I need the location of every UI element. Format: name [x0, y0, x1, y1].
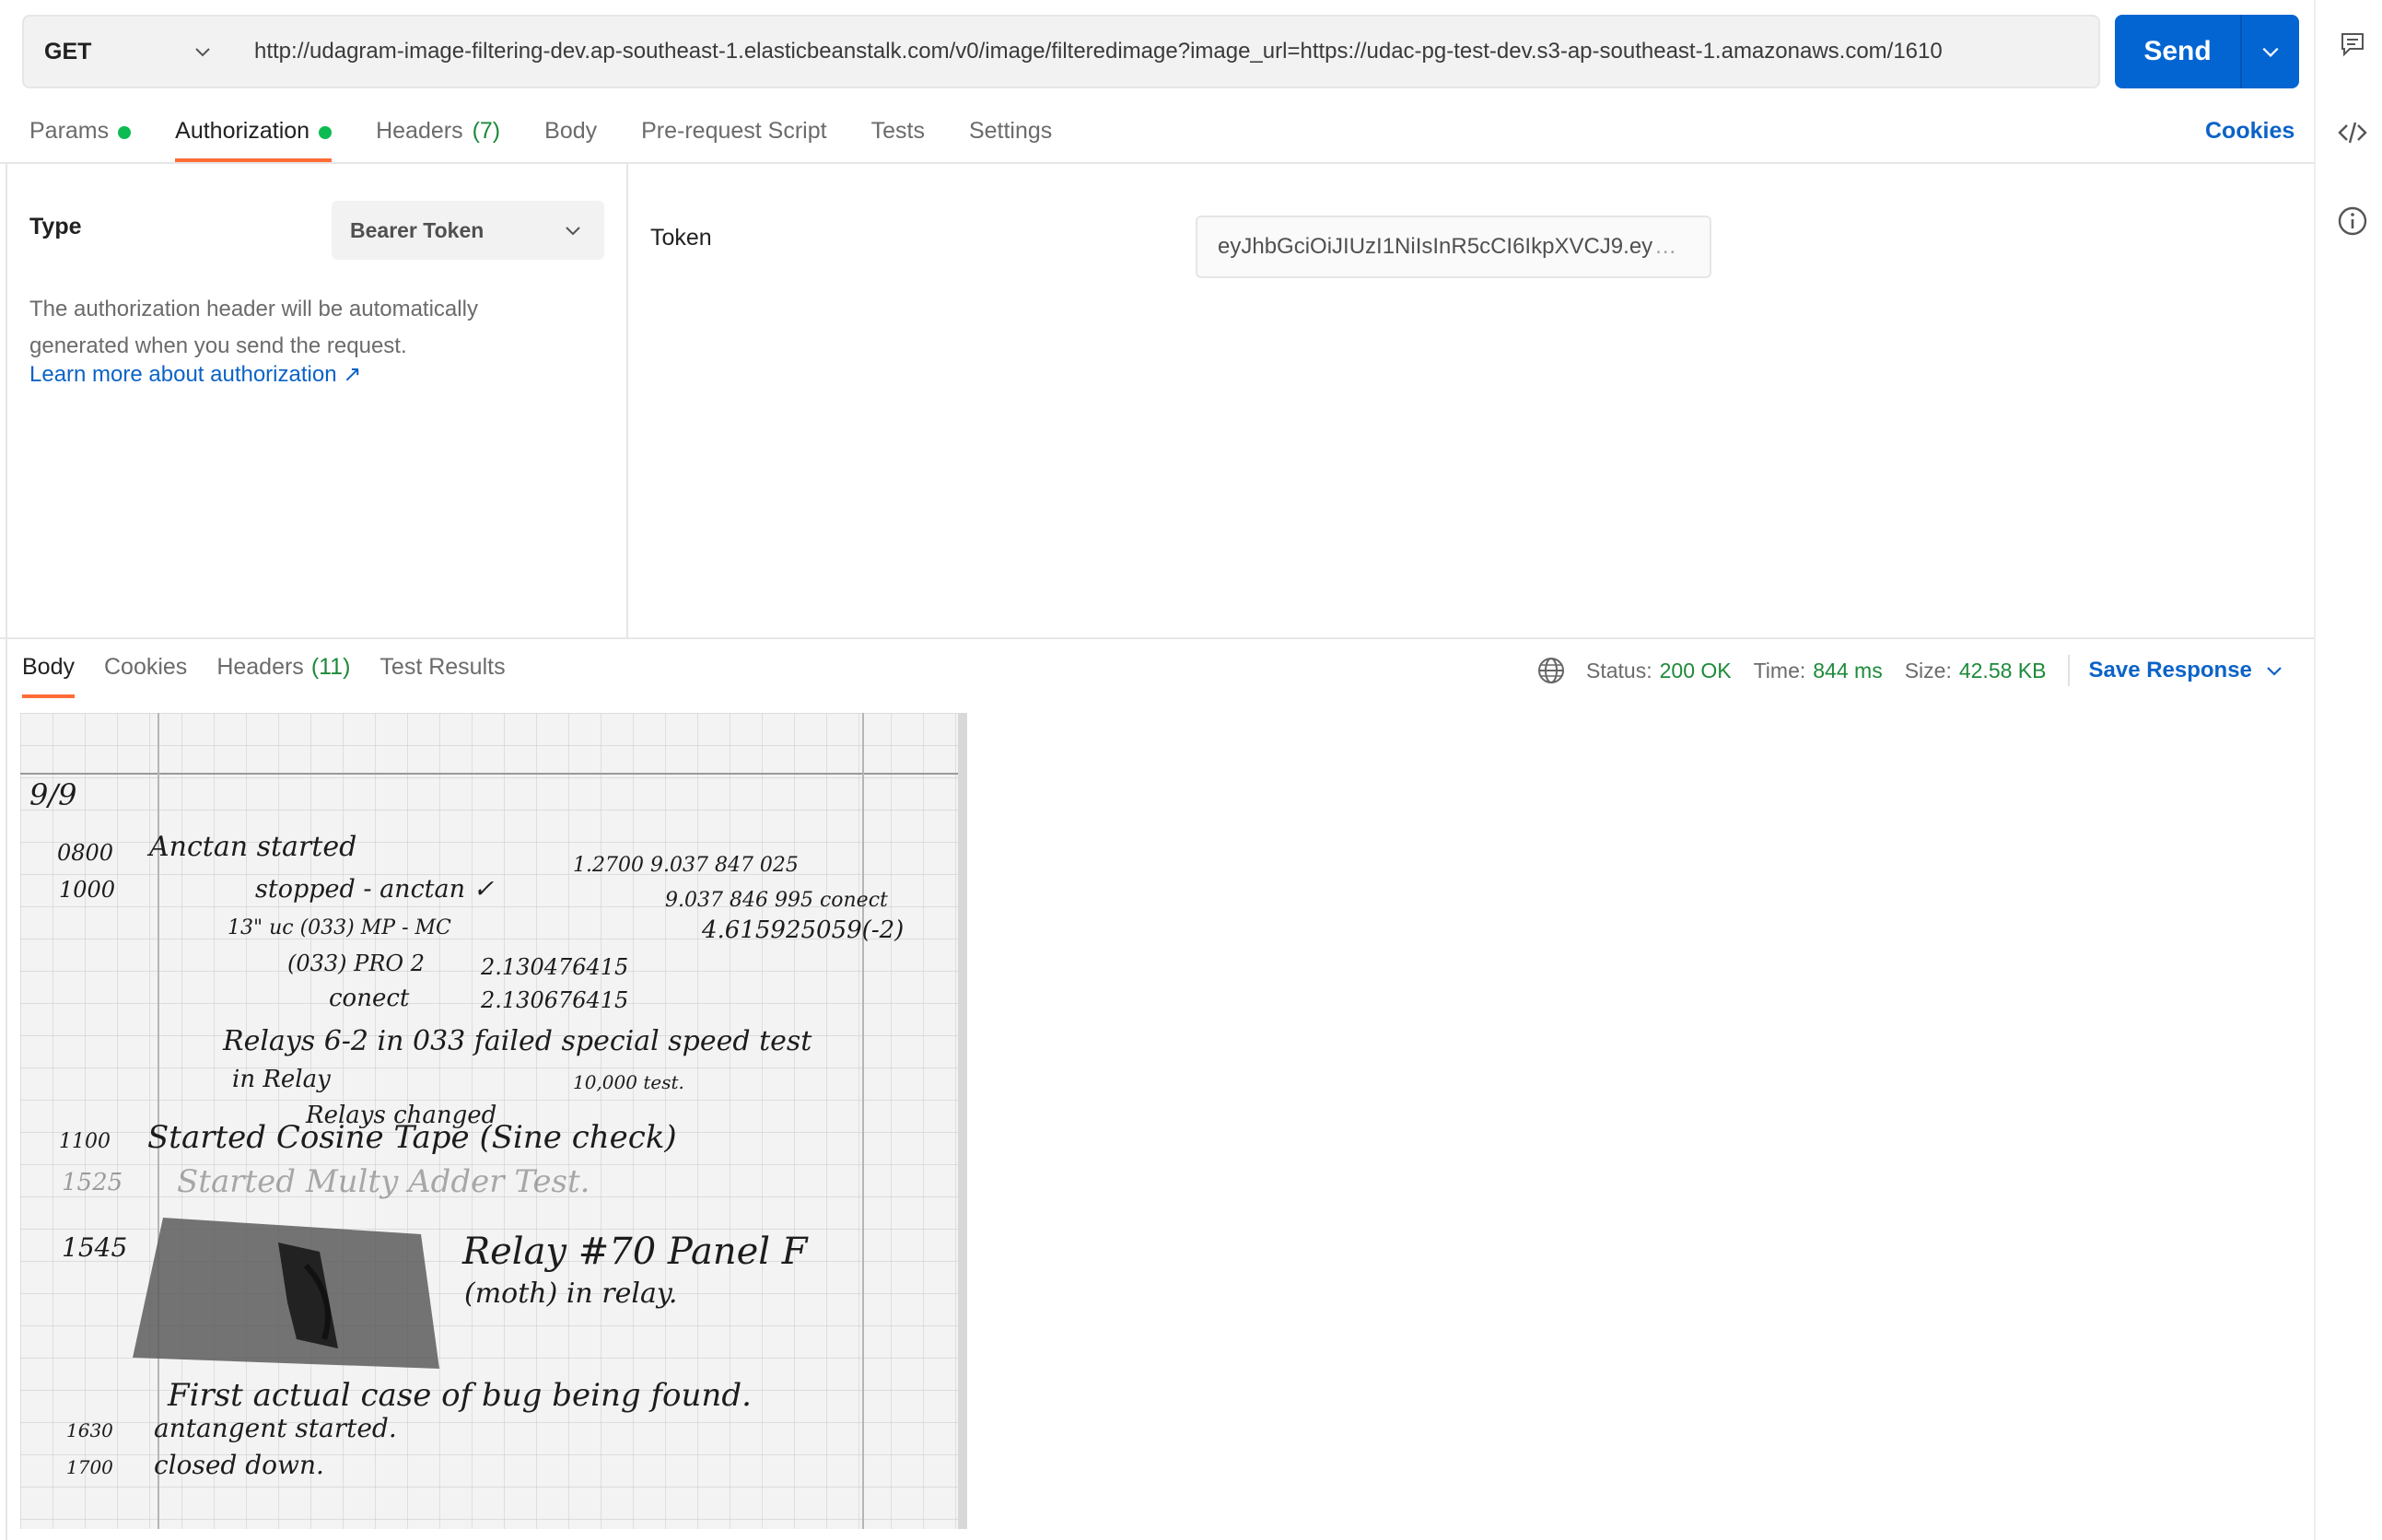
info-icon[interactable] — [2336, 204, 2369, 238]
note-line-9: 4.615925059(-2) — [701, 916, 904, 944]
time-label: Time: — [1753, 658, 1806, 682]
cookies-link[interactable]: Cookies — [2205, 118, 2294, 145]
note-line-1: 9/9 — [29, 777, 77, 812]
url-input[interactable]: http://udagram-image-filtering-dev.ap-so… — [234, 15, 2100, 88]
time-value[interactable]: 844 ms — [1813, 659, 1882, 683]
note-line-12: conect — [329, 985, 410, 1012]
token-value: eyJhbGciOiJIUzI1NiIsInR5cCI6IkpXVCJ9.ey — [1218, 234, 1653, 259]
status-value[interactable]: 200 OK — [1660, 659, 1732, 683]
code-icon[interactable] — [2336, 116, 2369, 149]
auth-type-select[interactable]: Bearer Token — [332, 201, 604, 260]
tab-headers-label: Headers — [376, 118, 463, 144]
response-headers-count: (11) — [310, 654, 351, 680]
response-tab-body-label: Body — [22, 654, 75, 680]
params-indicator-dot — [118, 126, 132, 139]
note-line-11: 2.130476415 — [480, 954, 628, 980]
note-line-14: Relays 6-2 in 033 failed special speed t… — [222, 1025, 812, 1057]
headers-count: (7) — [472, 118, 501, 144]
note-line-29: closed down. — [154, 1450, 324, 1480]
note-line-13: 2.130676415 — [480, 987, 628, 1013]
notebook-page-image: 9/9 0800 Anctan started 1000 stopped - a… — [20, 713, 967, 1529]
response-tab-headers[interactable]: Headers (11) — [216, 650, 350, 698]
note-line-10: (033) PRO 2 — [287, 951, 425, 976]
save-response-button[interactable]: Save Response — [2088, 658, 2283, 683]
tab-prerequest-script[interactable]: Pre-request Script — [641, 111, 826, 162]
note-line-4: 1000 — [59, 877, 115, 903]
send-label: Send — [2143, 36, 2212, 66]
note-line-8: 13" uc (033) MP - MC — [228, 916, 451, 939]
tab-authorization[interactable]: Authorization — [175, 111, 333, 162]
note-line-19: Started Cosine Tape (Sine check) — [147, 1119, 677, 1156]
response-divider — [0, 637, 2314, 639]
right-sidebar — [2314, 0, 2382, 1540]
note-line-2: 0800 — [57, 840, 113, 866]
tabs-divider — [0, 162, 2314, 164]
note-line-5: stopped - anctan ✓ — [255, 875, 495, 904]
chevron-down-icon — [566, 227, 580, 236]
url-text: http://udagram-image-filtering-dev.ap-so… — [254, 39, 1943, 64]
tab-authorization-label: Authorization — [175, 118, 310, 144]
response-tab-cookies-label: Cookies — [103, 654, 188, 680]
tab-body[interactable]: Body — [544, 111, 597, 162]
note-line-15: in Relay — [232, 1066, 331, 1093]
response-meta: Status: 200 OK Time: 844 ms Size: 42.58 … — [1536, 654, 2283, 687]
send-button[interactable]: Send — [2115, 15, 2299, 88]
note-line-24: (moth) in relay. — [464, 1278, 677, 1310]
note-line-3: Anctan started — [146, 831, 356, 863]
tab-settings[interactable]: Settings — [969, 111, 1052, 162]
tab-tests[interactable]: Tests — [871, 111, 925, 162]
tab-tests-label: Tests — [870, 118, 925, 144]
request-tabs: Params Authorization Headers (7) Body Pre… — [29, 111, 1096, 162]
meta-divider — [2068, 655, 2071, 686]
note-line-7: 9.037 846 995 conect — [665, 889, 888, 912]
auth-type-value: Bearer Token — [350, 217, 485, 242]
tab-params-label: Params — [29, 118, 110, 144]
note-line-6: 1.2700 9.037 847 025 — [573, 854, 799, 877]
auth-panel-divider — [626, 164, 628, 637]
auth-type-label: Type — [29, 214, 82, 239]
chevron-down-icon — [195, 48, 210, 57]
response-tab-test-results-label: Test Results — [379, 654, 506, 680]
comments-icon[interactable] — [2336, 28, 2369, 61]
note-line-22: 1545 — [62, 1232, 127, 1263]
authorization-indicator-dot — [319, 126, 333, 139]
note-line-16: 10,000 test. — [573, 1071, 684, 1093]
response-tab-test-results[interactable]: Test Results — [379, 650, 505, 698]
save-response-label: Save Response — [2088, 658, 2252, 682]
note-line-18: 1100 — [59, 1130, 111, 1153]
token-ellipsis: … — [1654, 234, 1677, 259]
method-label: GET — [44, 38, 92, 64]
globe-icon[interactable] — [1536, 656, 1566, 685]
request-bar: GET http://udagram-image-filtering-dev.a… — [22, 15, 2100, 88]
note-line-28: 1700 — [66, 1456, 113, 1478]
token-input[interactable]: eyJhbGciOiJIUzI1NiIsInR5cCI6IkpXVCJ9.ey… — [1196, 216, 1711, 278]
status-label: Status: — [1586, 658, 1652, 682]
tab-params[interactable]: Params — [29, 111, 132, 162]
chevron-down-icon — [2262, 47, 2279, 57]
tab-settings-label: Settings — [968, 118, 1053, 144]
left-edge-divider — [6, 164, 7, 1540]
size-value[interactable]: 42.58 KB — [1959, 659, 2047, 683]
chevron-down-icon — [2267, 667, 2282, 676]
response-tab-headers-label: Headers — [216, 654, 304, 680]
tab-prerequest-label: Pre-request Script — [641, 118, 827, 144]
note-line-20: 1525 — [62, 1169, 123, 1196]
tab-headers[interactable]: Headers (7) — [376, 111, 500, 162]
response-tab-body[interactable]: Body — [22, 650, 75, 698]
auth-help-text: The authorization header will be automat… — [29, 297, 478, 358]
note-line-27: antangent started. — [154, 1413, 397, 1443]
response-image: 9/9 0800 Anctan started 1000 stopped - a… — [20, 713, 967, 1529]
method-select[interactable]: GET — [22, 15, 236, 88]
learn-more-link[interactable]: Learn more about authorization ↗ — [29, 361, 361, 388]
size-label: Size: — [1904, 658, 1952, 682]
token-label: Token — [650, 225, 712, 251]
note-line-21: Started Multy Adder Test. — [177, 1163, 590, 1200]
response-tabs: Body Cookies Headers (11) Test Results — [22, 650, 535, 698]
send-options-button[interactable] — [2242, 15, 2299, 88]
response-tab-cookies[interactable]: Cookies — [104, 650, 187, 698]
note-line-23: Relay #70 Panel F — [461, 1231, 809, 1273]
note-line-25: First actual case of bug being found. — [167, 1377, 752, 1414]
tab-body-label: Body — [544, 118, 598, 144]
note-line-26: 1630 — [66, 1419, 113, 1441]
